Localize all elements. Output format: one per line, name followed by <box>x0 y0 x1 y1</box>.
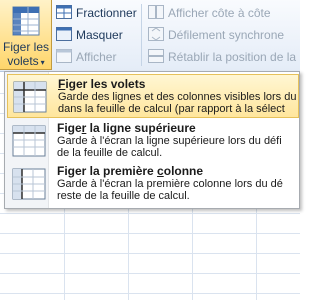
freeze-panes-icon <box>13 81 47 116</box>
menu-item-freeze-panes[interactable]: Figer les volets Garde des lignes et des… <box>7 74 299 118</box>
menu-item-freeze-first-column[interactable]: Figer la première colonne Garde à l'écra… <box>7 162 299 206</box>
split-icon <box>56 4 72 22</box>
freeze-panes-label: Figer les <box>2 40 49 54</box>
side-by-side-label: Afficher côte à côte <box>168 6 271 20</box>
menu-item-freeze-top-row[interactable]: Figer la ligne supérieure Garde à l'écra… <box>7 119 299 163</box>
unhide-window-icon <box>56 48 72 66</box>
sync-scroll-label: Défilement synchrone <box>168 28 285 42</box>
freeze-top-row-icon <box>12 125 46 160</box>
freeze-panes-icon <box>12 6 40 39</box>
split-button[interactable]: Fractionner <box>56 4 137 22</box>
menu-item-description: Garde des lignes et des colonnes visible… <box>58 91 297 115</box>
unhide-label: Afficher <box>76 50 117 64</box>
menu-item-title: Figer la ligne supérieure <box>57 121 196 135</box>
reset-window-position-button[interactable]: Rétablir la position de la <box>148 48 296 66</box>
reset-position-icon <box>148 48 164 66</box>
menu-item-description: Garde à l'écran la première colonne lors… <box>57 178 283 202</box>
split-label: Fractionner <box>76 6 137 20</box>
view-side-by-side-button[interactable]: Afficher côte à côte <box>148 4 271 22</box>
grid-line <box>0 293 300 294</box>
hide-button[interactable]: Masquer <box>56 26 123 44</box>
menu-item-description: Garde à l'écran la ligne supérieure lors… <box>57 135 282 159</box>
grid-line <box>0 273 300 274</box>
menu-item-title: Figer les volets <box>58 77 146 91</box>
freeze-panes-label-2: volets ▾ <box>7 54 45 68</box>
synchronous-scrolling-button[interactable]: Défilement synchrone <box>148 26 284 44</box>
reset-position-label: Rétablir la position de la <box>168 50 297 64</box>
unhide-button[interactable]: Afficher <box>56 48 116 66</box>
view-ribbon-window-group: Figer les volets ▾ Fractionner Masquer Af… <box>0 0 300 72</box>
freeze-panes-button[interactable]: Figer les volets ▾ <box>0 0 52 70</box>
sync-scroll-icon <box>148 26 164 44</box>
hide-window-icon <box>56 26 72 44</box>
ribbon-separator <box>141 4 142 66</box>
hide-label: Masquer <box>76 28 123 42</box>
freeze-first-column-icon <box>12 168 46 203</box>
freeze-panes-menu: Figer les volets Garde des lignes et des… <box>4 71 300 209</box>
grid-line <box>0 253 300 254</box>
menu-item-title: Figer la première colonne <box>57 164 204 178</box>
grid-line <box>0 233 300 234</box>
side-by-side-icon <box>148 4 164 22</box>
grid-line <box>0 213 300 214</box>
dropdown-arrow-icon: ▾ <box>40 58 45 67</box>
